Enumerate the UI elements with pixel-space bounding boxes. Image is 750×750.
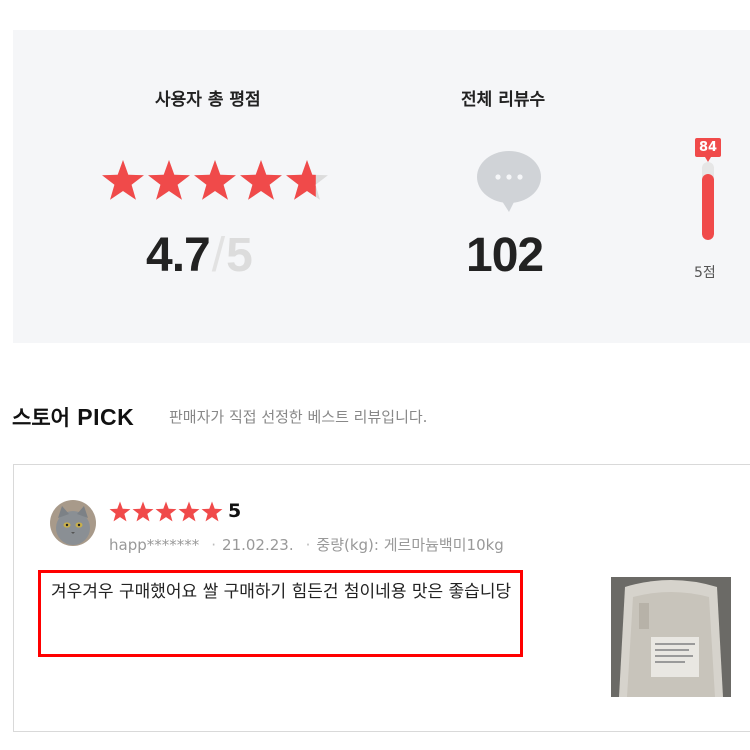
speech-bubble-icon (477, 151, 541, 212)
review-score: 5 (228, 500, 242, 522)
review-star (109, 501, 131, 522)
rating-max: 5 (226, 229, 253, 282)
review-count: 102 (466, 229, 544, 282)
rating-star-filled (148, 160, 190, 200)
review-star (178, 501, 200, 522)
review-user: happ******* (109, 536, 200, 554)
store-pick-title-ko: 스토어 (12, 406, 70, 430)
rating-value: 4.7 (146, 229, 211, 282)
reviews-title: 전체 리뷰수 (461, 90, 546, 110)
review-photo[interactable] (611, 577, 731, 697)
store-pick-description: 판매자가 직접 선정한 베스트 리뷰입니다. (169, 408, 428, 426)
rating-slash: / (211, 229, 225, 282)
store-pick-title: 스토어 PICK (12, 402, 134, 432)
review-date: 21.02.23. (222, 536, 294, 554)
distribution-count-badge: 84 (695, 138, 721, 162)
cat-avatar-icon (50, 500, 96, 546)
review-stars (109, 501, 223, 522)
review-star (201, 501, 223, 522)
rating-star-filled (102, 160, 144, 200)
review-meta: happ******* · 21.02.23. · 중량(kg): 게르마늄백미10kg (109, 536, 504, 554)
rating-stars (102, 160, 328, 200)
review-star (132, 501, 154, 522)
distribution-bar (702, 162, 714, 240)
review-text: 겨우겨우 구매했어요 쌀 구매하기 힘든건 첨이네용 맛은 좋습니당 (51, 582, 512, 602)
review-option: 중량(kg): 게르마늄백미10kg (316, 536, 504, 554)
avatar (50, 500, 96, 546)
store-pick-title-en: PICK (77, 404, 135, 430)
review-star (155, 501, 177, 522)
rating-title: 사용자 총 평점 (155, 90, 261, 110)
rating-star-filled (194, 160, 236, 200)
rating-star-filled (240, 160, 282, 200)
distribution-bar-fill (702, 174, 714, 240)
rating-value-display: 4.7/5 (146, 228, 253, 283)
rice-bag-photo-icon (611, 577, 731, 697)
distribution-label: 5점 (694, 265, 716, 281)
